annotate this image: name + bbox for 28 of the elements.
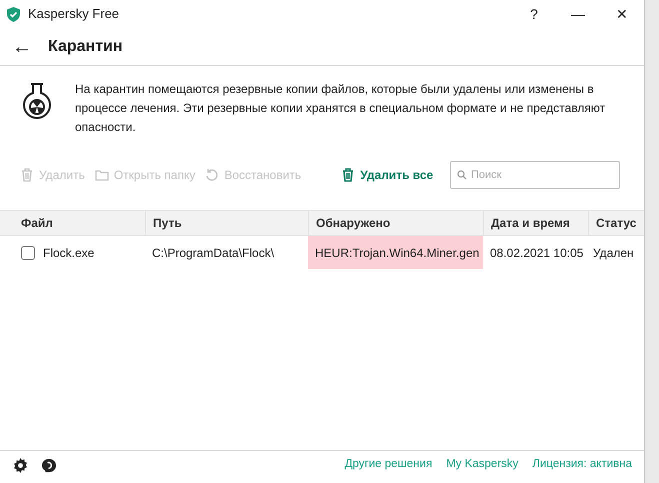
column-header[interactable]: Обнаружено (308, 211, 483, 235)
table-cell-text: Flock.exe (43, 244, 94, 262)
trash-icon (20, 168, 34, 182)
info-text: На карантин помещаются резервные копии файлов, которые были удалены или изменены в процессе лечения. Эти резервные копии хранятся в специальном формате и не представляют опасности. (75, 81, 606, 136)
back-button[interactable]: ← (12, 36, 32, 56)
minimize-button[interactable]: — (556, 0, 600, 28)
toolbar-button[interactable]: Удалить все (341, 166, 434, 184)
table-cell-text: 08.02.2021 10:05 (489, 244, 584, 262)
close-button[interactable]: ✕ (600, 0, 644, 28)
settings-icon[interactable] (13, 458, 28, 472)
search-icon (457, 170, 467, 180)
table-cell-text: Удален (592, 244, 635, 262)
help-button[interactable]: ? (512, 0, 556, 28)
flask-icon (22, 82, 52, 120)
search-field[interactable]: Поиск (450, 161, 620, 189)
table-cell-text: C:\ProgramData\Flock\ (151, 244, 276, 262)
column-header[interactable]: Статус (588, 211, 644, 235)
checkbox[interactable] (21, 246, 35, 260)
circular-arrow-icon (205, 168, 220, 182)
trash-icon (341, 168, 356, 182)
column-header[interactable]: Путь (145, 211, 308, 235)
column-header[interactable]: Файл (0, 211, 145, 235)
shield-icon (7, 6, 20, 22)
window-title: Kaspersky Free (28, 5, 120, 24)
column-header[interactable]: Дата и время (483, 211, 588, 235)
page-title: Карантин (48, 36, 123, 56)
folder-icon (94, 168, 109, 182)
table-cell: HEUR:Trojan.Win64.Miner.gen (308, 236, 483, 269)
